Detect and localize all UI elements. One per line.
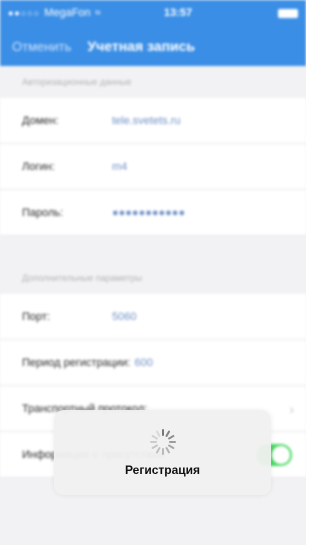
registration-period-row[interactable]: Период регистрации: 600 [0,340,306,386]
registration-period-label: Период регистрации: [22,356,131,369]
battery-icon [278,8,298,18]
password-row[interactable]: Пароль: ●●●●●●●●●●● [0,190,306,236]
chevron-right-icon: › [289,400,294,417]
section-header-auth: Авторизационные данные [0,66,306,98]
navigation-bar: Отменить Учетная запись [0,26,306,66]
password-value[interactable]: ●●●●●●●●●●● [112,207,185,219]
section-gap [0,236,306,262]
section-header-extra: Дополнительные параметры [0,262,306,294]
domain-row[interactable]: Домен: tele.svetets.ru [0,98,306,144]
carrier-name: MegaFon [44,7,91,19]
background-content: ●●○○○ MegaFon ≈ 13:57 Отменить Учетная з… [0,0,306,478]
port-label: Порт: [22,310,50,323]
status-time: 13:57 [163,7,193,19]
status-bar: ●●○○○ MegaFon ≈ 13:57 [0,0,306,26]
login-value[interactable]: m4 [112,161,127,173]
domain-label: Домен: [22,114,59,127]
app-screen: ●●○○○ MegaFon ≈ 13:57 Отменить Учетная з… [0,0,306,545]
password-label: Пароль: [22,206,64,219]
toggle-knob [272,445,290,464]
registration-period-value[interactable]: 600 [134,357,152,369]
wifi-icon: ≈ [94,7,101,19]
port-value[interactable]: 5060 [112,311,136,323]
login-row[interactable]: Логин: m4 [0,144,306,190]
port-row[interactable]: Порт: 5060 [0,294,306,340]
page-title: Учетная запись [87,38,196,54]
carrier-group: ●●○○○ MegaFon ≈ [8,7,118,19]
loading-hud: Регистрация [54,410,271,495]
auth-rows: Домен: tele.svetets.ru Логин: m4 Пароль:… [0,98,306,236]
domain-value[interactable]: tele.svetets.ru [112,115,180,127]
signal-dots-icon: ●●○○○ [8,8,41,18]
login-label: Логин: [22,160,55,173]
hud-label: Регистрация [124,462,201,477]
cancel-button[interactable]: Отменить [12,39,71,54]
spinner-icon [149,428,176,455]
